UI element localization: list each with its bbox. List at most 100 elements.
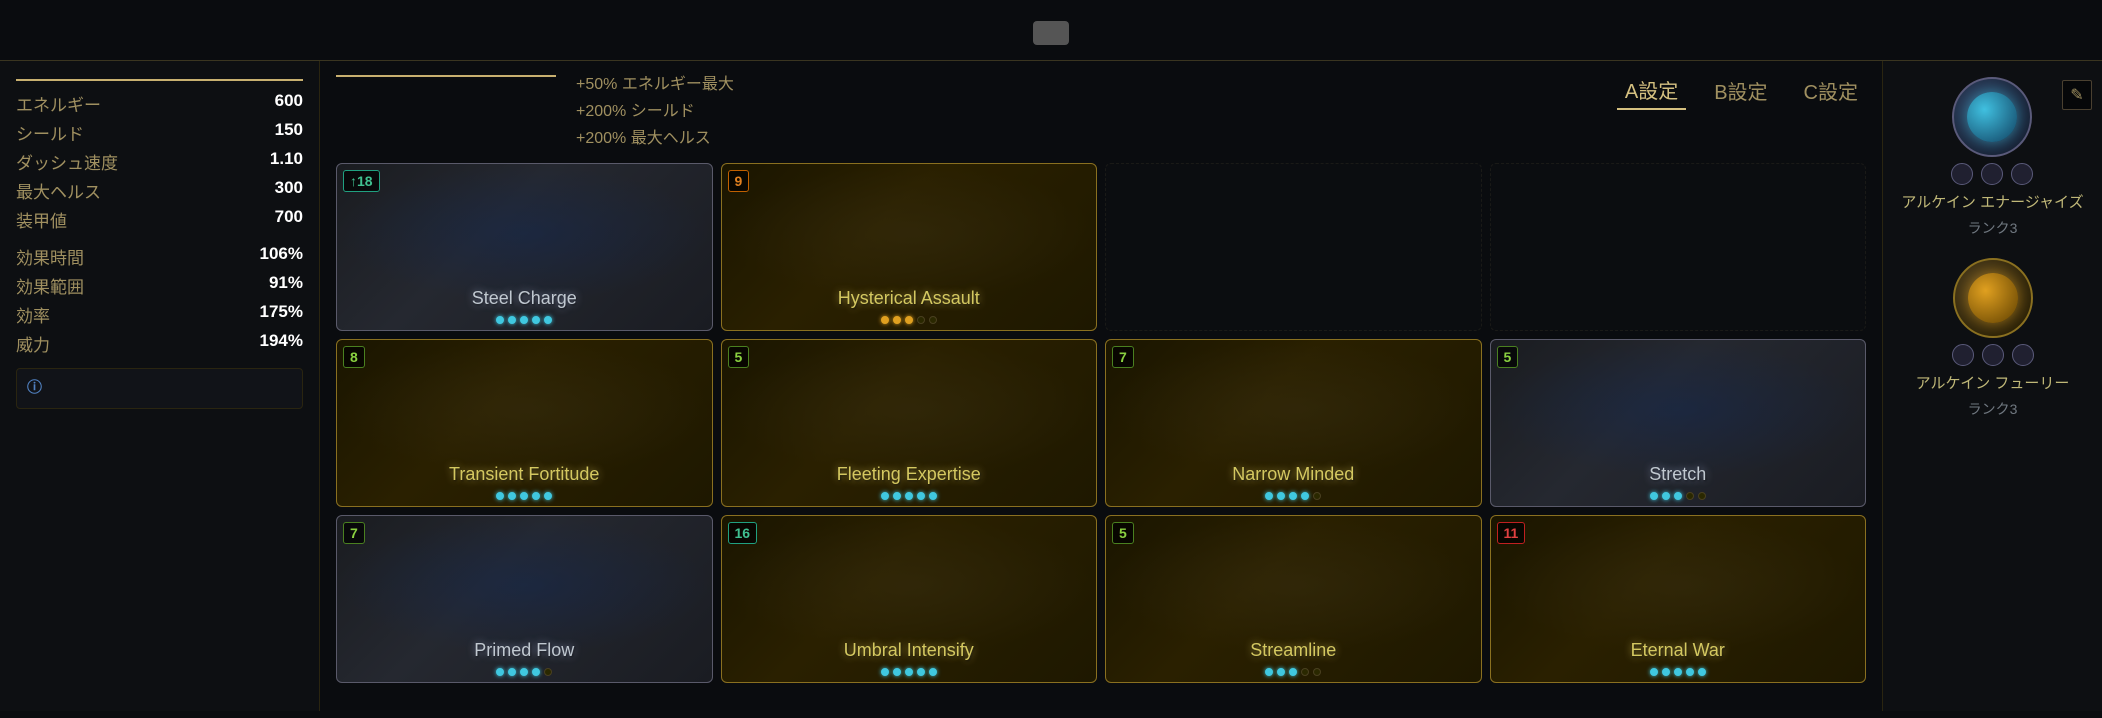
- arcane-icon-sm: [1981, 163, 2003, 185]
- arcane-icons: [1951, 163, 2033, 185]
- mod-name: Umbral Intensify: [722, 636, 1097, 664]
- mod-row-3: 7 Primed Flow 16 Umbral Intensify 5 Streamlin…: [336, 515, 1866, 683]
- mod-dots: [337, 312, 712, 330]
- stat-label: 効果範囲: [16, 273, 84, 298]
- stat-label: シールド: [16, 120, 84, 145]
- mod-rank-badge: ↑18: [343, 170, 380, 192]
- stat-row: ダッシュ速度1.10: [16, 149, 303, 174]
- mod-rank-badge: 16: [728, 522, 758, 544]
- arcane-icon-sm: [1952, 344, 1974, 366]
- mod-card[interactable]: ↑18 Steel Charge: [336, 163, 713, 331]
- arcane-icon-sm: [2011, 163, 2033, 185]
- stat-row: 最大ヘルス 300: [16, 178, 303, 203]
- arcane-icons: [1952, 344, 2034, 366]
- stat-value: 700: [275, 207, 303, 232]
- rank-bonus-title: [336, 71, 556, 77]
- mod-card[interactable]: 9Hysterical Assault: [721, 163, 1098, 331]
- mod-dots: [1106, 488, 1481, 506]
- stat-label: 威力: [16, 331, 50, 356]
- mod-name: Eternal War: [1491, 636, 1866, 664]
- left-panel: エネルギー 600 シールド 150 ダッシュ速度1.10 最大ヘルス 300 装甲値 700 効…: [0, 61, 320, 711]
- stat-label: 効率: [16, 302, 50, 327]
- mod-card[interactable]: [1490, 163, 1867, 331]
- config-tabs: A設定 B設定 C設定: [1617, 71, 1866, 110]
- info-box: ⓘ: [16, 368, 303, 409]
- arcane-icon-sm: [2012, 344, 2034, 366]
- arcane-name: アルケイン エナージャイズ: [1901, 191, 2083, 212]
- mod-row-1: ↑18 Steel Charge 9Hysterical Assault: [336, 163, 1866, 331]
- stat-value: 106%: [260, 244, 303, 269]
- stat-label: 効果時間: [16, 244, 84, 269]
- arcane-name: アルケイン フューリー: [1916, 372, 2070, 393]
- capacity-row: [16, 73, 303, 81]
- arcane-orb: [1953, 258, 2033, 338]
- stat-label: 最大ヘルス: [16, 178, 101, 203]
- mod-rank-badge: 7: [1112, 346, 1134, 368]
- stats-section: エネルギー 600 シールド 150 ダッシュ速度1.10 最大ヘルス 300 装甲値 700 効…: [16, 91, 303, 356]
- config-icon: [1033, 21, 1069, 45]
- mod-dots: [337, 488, 712, 506]
- arcane-rank: ランク3: [1968, 218, 2018, 238]
- arcane-orb: [1952, 77, 2032, 157]
- mod-card[interactable]: 5 Streamline: [1105, 515, 1482, 683]
- stat-label: ダッシュ速度: [16, 149, 118, 174]
- right-panel: アルケイン エナージャイズランク3アルケイン フューリーランク3: [1882, 61, 2102, 711]
- mod-rank-badge: 7: [343, 522, 365, 544]
- stat-value: 175%: [260, 302, 303, 327]
- mod-name: Streamline: [1106, 636, 1481, 664]
- stat-row: エネルギー 600: [16, 91, 303, 116]
- mod-dots: [1491, 664, 1866, 682]
- mod-card[interactable]: 5 Stretch: [1490, 339, 1867, 507]
- stat-label: エネルギー: [16, 91, 101, 116]
- rank-bonus-header: +50% エネルギー最大+200% シールド+200% 最大ヘルス A設定 B設定…: [336, 71, 1866, 153]
- stat-row: 効果範囲 91%: [16, 273, 303, 298]
- edit-button[interactable]: ✎: [2062, 80, 2092, 110]
- arcane-card: アルケイン フューリーランク3: [1916, 258, 2070, 419]
- mod-card[interactable]: 16 Umbral Intensify: [721, 515, 1098, 683]
- mod-rank-badge: 5: [728, 346, 750, 368]
- mod-rank-badge: 5: [1497, 346, 1519, 368]
- mod-card[interactable]: 8 Transient Fortitude: [336, 339, 713, 507]
- title-bar: [0, 0, 2102, 61]
- stat-row: 装甲値 700: [16, 207, 303, 232]
- mod-grid: ↑18 Steel Charge 9Hysterical Assault 8 Tran…: [336, 163, 1866, 701]
- mod-dots: [722, 488, 1097, 506]
- mod-dots: [722, 312, 1097, 330]
- stat-row: 威力 194%: [16, 331, 303, 356]
- stat-value: 600: [275, 91, 303, 116]
- mod-dots: [337, 664, 712, 682]
- mod-name: Narrow Minded: [1106, 460, 1481, 488]
- mod-name: Transient Fortitude: [337, 460, 712, 488]
- mod-card[interactable]: [1105, 163, 1482, 331]
- config-tab-C設定[interactable]: C設定: [1796, 72, 1866, 109]
- stat-row: 効果時間 106%: [16, 244, 303, 269]
- mod-dots: [722, 664, 1097, 682]
- stat-value: 91%: [269, 273, 303, 298]
- info-icon: ⓘ: [27, 379, 42, 396]
- stat-label: 装甲値: [16, 207, 67, 232]
- mod-name: Primed Flow: [337, 636, 712, 664]
- mod-rank-badge: 8: [343, 346, 365, 368]
- center-panel: +50% エネルギー最大+200% シールド+200% 最大ヘルス A設定 B設定…: [320, 61, 1882, 711]
- stat-value: 300: [275, 178, 303, 203]
- mod-name: Hysterical Assault: [722, 284, 1097, 312]
- mod-dots: [1491, 488, 1866, 506]
- mod-card[interactable]: 11Eternal War: [1490, 515, 1867, 683]
- mod-rank-badge: 5: [1112, 522, 1134, 544]
- rank-bonus-line: +50% エネルギー最大: [576, 71, 1617, 98]
- mod-dots: [1106, 664, 1481, 682]
- mod-card[interactable]: 5Fleeting Expertise: [721, 339, 1098, 507]
- stat-value: 150: [275, 120, 303, 145]
- rank-bonus-line: +200% シールド: [576, 98, 1617, 125]
- config-tab-A設定[interactable]: A設定: [1617, 71, 1686, 110]
- arcane-rank: ランク3: [1968, 399, 2018, 419]
- mod-name: Stretch: [1491, 460, 1866, 488]
- stat-value: 194%: [260, 331, 303, 356]
- mod-card[interactable]: 7 Primed Flow: [336, 515, 713, 683]
- mod-name: Steel Charge: [337, 284, 712, 312]
- mod-card[interactable]: 7 Narrow Minded: [1105, 339, 1482, 507]
- rank-bonus-line: +200% 最大ヘルス: [576, 125, 1617, 152]
- stat-row: シールド 150: [16, 120, 303, 145]
- config-tab-B設定[interactable]: B設定: [1706, 72, 1775, 109]
- arcane-icon-sm: [1951, 163, 1973, 185]
